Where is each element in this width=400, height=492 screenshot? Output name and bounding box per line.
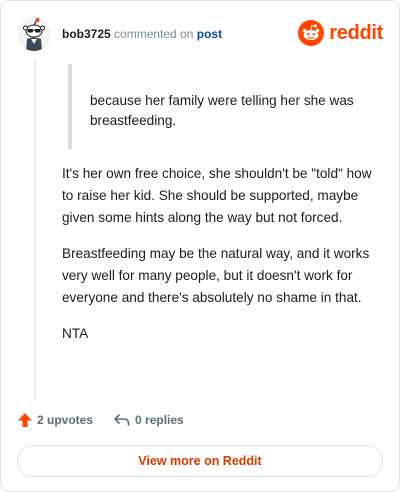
comment-paragraph: It's her own free choice, she shouldn't … bbox=[62, 166, 372, 225]
user-avatar[interactable] bbox=[17, 17, 51, 51]
comment-paragraph: NTA bbox=[62, 326, 89, 341]
comment-paragraph: Breastfeeding may be the natural way, an… bbox=[62, 246, 370, 305]
embedded-comment-card: bob3725 commented on post reddit because… bbox=[0, 0, 400, 492]
reddit-wordmark: reddit bbox=[329, 21, 383, 44]
post-link[interactable]: post bbox=[197, 27, 222, 41]
replies-stat[interactable]: 0 replies bbox=[113, 412, 184, 428]
action-text: commented on bbox=[114, 27, 194, 41]
comment-body: because her family were telling her she … bbox=[62, 64, 377, 345]
replies-count: 0 replies bbox=[135, 413, 184, 427]
upvotes-count: 2 upvotes bbox=[37, 413, 94, 427]
comment-meta: bob3725 commented on post bbox=[62, 27, 222, 41]
blockquote: because her family were telling her she … bbox=[68, 64, 377, 149]
snoo-avatar-icon bbox=[17, 17, 51, 51]
thread-line bbox=[34, 59, 36, 399]
comment-header: bob3725 commented on post reddit bbox=[17, 17, 383, 51]
comment-footer: 2 upvotes 0 replies bbox=[17, 409, 184, 431]
view-more-button[interactable]: View more on Reddit bbox=[17, 445, 383, 477]
reply-arrow-icon bbox=[114, 414, 130, 426]
username-link[interactable]: bob3725 bbox=[62, 27, 111, 41]
reddit-brand[interactable]: reddit bbox=[298, 19, 383, 47]
upvotes-stat[interactable]: 2 upvotes bbox=[17, 412, 93, 428]
reddit-logo-icon bbox=[298, 20, 325, 46]
upvote-arrow-icon bbox=[18, 413, 32, 427]
